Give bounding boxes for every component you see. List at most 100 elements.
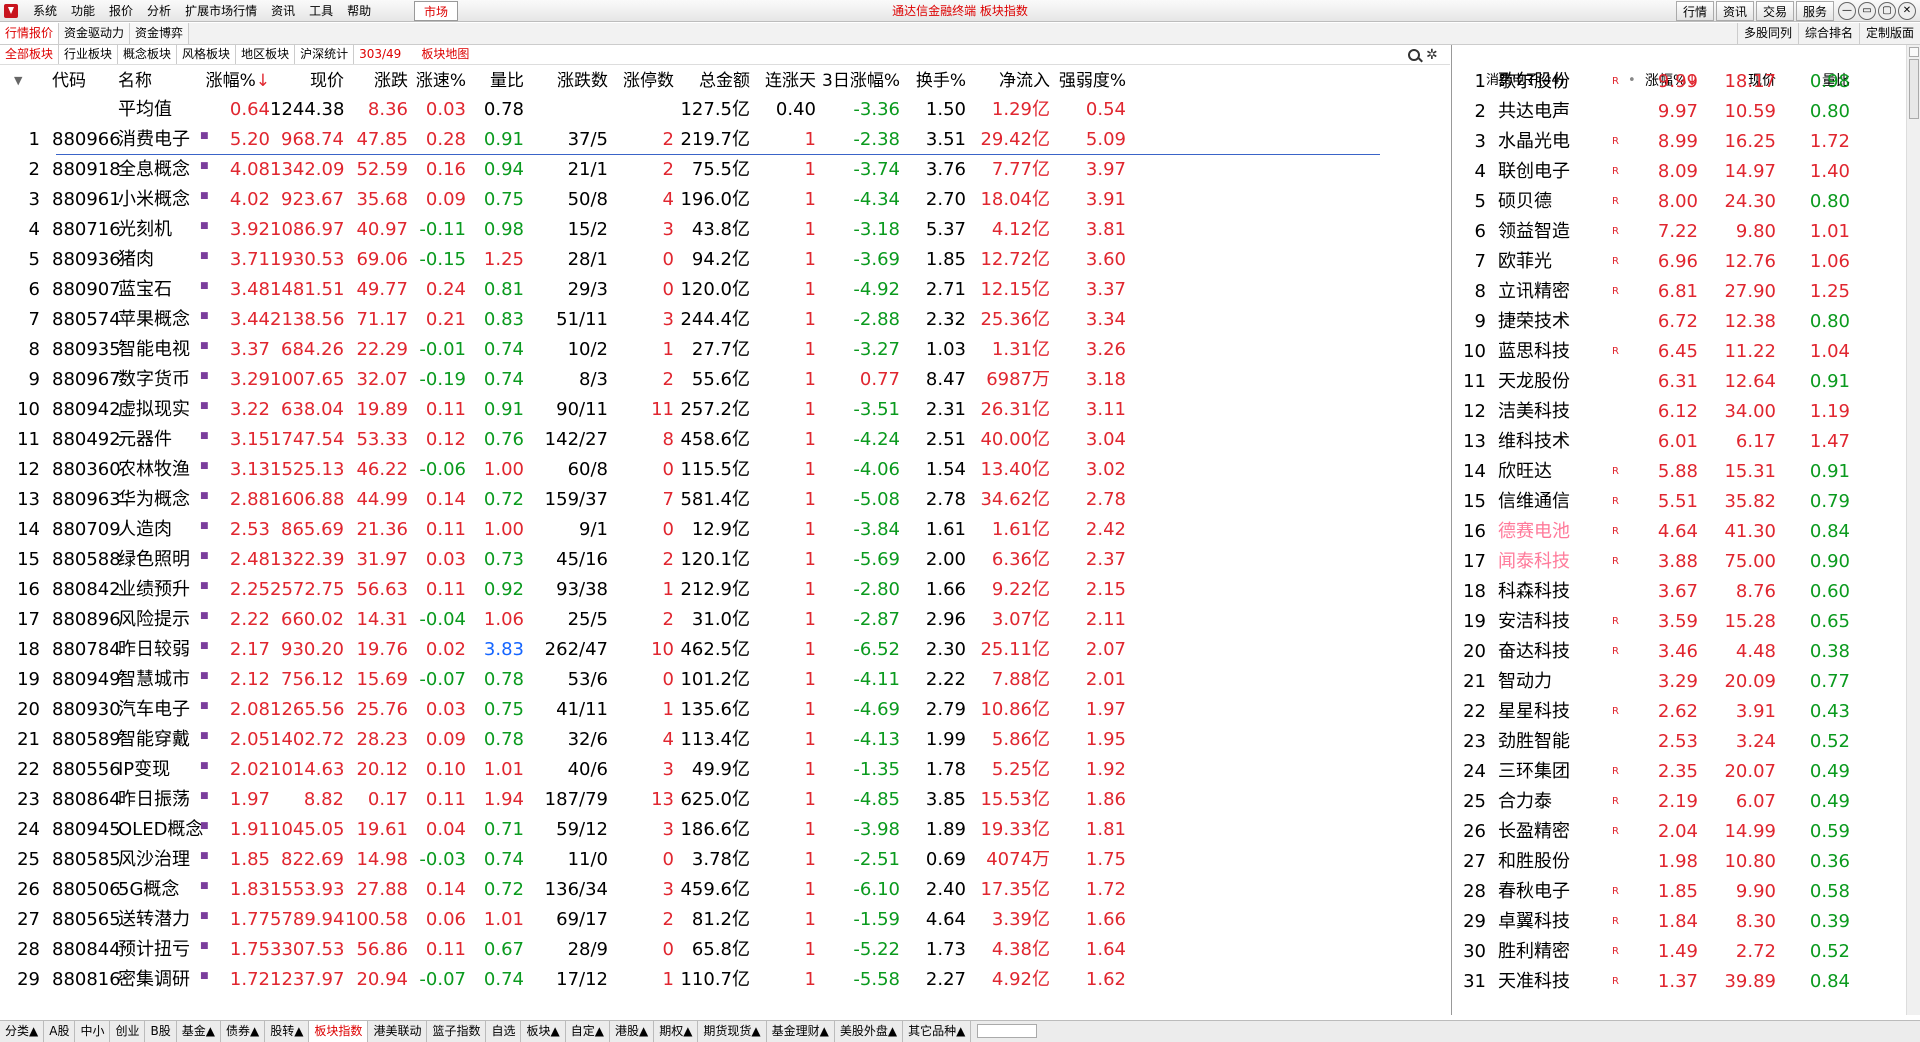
stock-row[interactable]: 1 歌尔股份 R 9.99 18.17 0.98 <box>1452 67 1920 97</box>
table-row[interactable]: 24 880945 OLED概念 1.91 1045.05 19.61 0.04 0.71 59… <box>0 815 1450 845</box>
menu-item[interactable]: 报价 <box>102 0 140 22</box>
tab-top[interactable]: 资金驱动力 <box>59 23 131 44</box>
column-header[interactable]: 涨跌数 <box>524 67 608 95</box>
table-row[interactable]: 9 880967 数字货币 3.29 1007.65 32.07 -0.19 0.74 8/3 2… <box>0 365 1450 395</box>
table-row[interactable]: 4 880716 光刻机 3.92 1086.97 40.97 -0.11 0.98 15/2 3… <box>0 215 1450 245</box>
stock-row[interactable]: 19 安洁科技 R 3.59 15.28 0.65 <box>1452 607 1920 637</box>
stock-row[interactable]: 30 胜利精密 R 1.49 2.72 0.52 <box>1452 937 1920 967</box>
stock-row[interactable]: 29 卓翼科技 R 1.84 8.30 0.39 <box>1452 907 1920 937</box>
column-header[interactable]: 3日涨幅% <box>816 67 900 95</box>
stock-row[interactable]: 14 欣旺达 R 5.88 15.31 0.91 <box>1452 457 1920 487</box>
table-row[interactable]: 2 880918 全息概念 4.08 1342.09 52.59 0.16 0.94 21/1 2… <box>0 155 1450 185</box>
bottom-tab[interactable]: 期权▲ <box>654 1021 699 1042</box>
stock-row[interactable]: 8 立讯精密 R 6.81 27.90 1.25 <box>1452 277 1920 307</box>
bottom-tab[interactable]: 债券▲ <box>221 1021 266 1042</box>
table-row[interactable]: 12 880360 农林牧渔 3.13 1525.13 46.22 -0.06 1.00 60/… <box>0 455 1450 485</box>
column-header[interactable]: 换手% <box>900 67 966 95</box>
stock-row[interactable]: 23 劲胜智能 2.53 3.24 0.52 <box>1452 727 1920 757</box>
table-row[interactable]: 20 880930 汽车电子 2.08 1265.56 25.76 0.03 0.75 41/1… <box>0 695 1450 725</box>
menu-item[interactable]: 系统 <box>26 0 64 22</box>
column-header[interactable]: 净流入 <box>966 67 1050 95</box>
table-row[interactable]: 6 880907 蓝宝石 3.48 1481.51 49.77 0.24 0.81 29/3 0 1… <box>0 275 1450 305</box>
column-header[interactable]: 现价 <box>270 67 344 95</box>
bottom-tab[interactable]: 篮子指数 <box>427 1021 487 1042</box>
bottom-tab[interactable]: B股 <box>145 1021 177 1042</box>
sort-triangle-icon[interactable]: ▼ <box>14 67 22 95</box>
bottom-tab[interactable]: 股转▲ <box>265 1021 310 1042</box>
scroll-thumb[interactable] <box>1909 59 1919 119</box>
column-header[interactable]: 涨停数 <box>608 67 674 95</box>
table-row[interactable]: 18 880784 昨日较弱 2.17 930.20 19.76 0.02 3.83 262/4… <box>0 635 1450 665</box>
stock-row[interactable]: 22 星星科技 R 2.62 3.91 0.43 <box>1452 697 1920 727</box>
column-header[interactable]: 涨幅%↓ <box>200 67 270 95</box>
market-button[interactable]: 市场 <box>414 1 459 21</box>
table-row[interactable]: 26 880506 5G概念 1.83 1553.93 27.88 0.14 0.72 136/… <box>0 875 1450 905</box>
column-header[interactable]: 涨跌 <box>344 67 408 95</box>
bottom-tab[interactable]: 期货现货▲ <box>698 1021 767 1042</box>
maximize-icon[interactable]: ▢ <box>1878 2 1896 20</box>
bottom-tab[interactable]: 板块指数 <box>309 1021 369 1042</box>
bottom-tab[interactable]: 基金▲ <box>177 1021 221 1042</box>
tab-top-right[interactable]: 多股同列 <box>1736 23 1798 44</box>
stock-row[interactable]: 3 水晶光电 R 8.99 16.25 1.72 <box>1452 127 1920 157</box>
column-header[interactable]: 连涨天 <box>750 67 816 95</box>
stock-row[interactable]: 18 科森科技 3.67 8.76 0.60 <box>1452 577 1920 607</box>
table-row[interactable]: 21 880589 智能穿戴 2.05 1402.72 28.23 0.09 0.78 32/6… <box>0 725 1450 755</box>
stock-row[interactable]: 12 洁美科技 6.12 34.00 1.19 <box>1452 397 1920 427</box>
table-row[interactable]: 19 880949 智慧城市 2.12 756.12 15.69 -0.07 0.78 53/6… <box>0 665 1450 695</box>
stock-row[interactable]: 21 智动力 3.29 20.09 0.77 <box>1452 667 1920 697</box>
bottom-tab[interactable]: 创业 <box>110 1021 146 1042</box>
bottom-tab[interactable]: 中小 <box>75 1021 111 1042</box>
menu-item[interactable]: 功能 <box>64 0 102 22</box>
table-row[interactable]: 3 880961 小米概念 4.02 923.67 35.68 0.09 0.75 50/8 4 1… <box>0 185 1450 215</box>
menu-item[interactable]: 分析 <box>140 0 178 22</box>
table-row[interactable]: 23 880864 昨日振荡 1.97 8.82 0.17 0.11 1.94 187/79 13… <box>0 785 1450 815</box>
top-right-button[interactable]: 交易 <box>1755 1 1794 21</box>
sector-map-link[interactable]: 板块地图 <box>416 45 474 64</box>
table-row[interactable]: 22 880556 IP变现 2.02 1014.63 20.12 0.10 1.01 40/6… <box>0 755 1450 785</box>
bottom-tab[interactable]: 自选 <box>486 1021 522 1042</box>
stock-row[interactable]: 27 和胜股份 1.98 10.80 0.36 <box>1452 847 1920 877</box>
bottom-tab[interactable]: 分类▲ <box>0 1021 45 1042</box>
table-row[interactable]: 10 880942 虚拟现实 3.22 638.04 19.89 0.11 0.91 90/11… <box>0 395 1450 425</box>
stock-row[interactable]: 13 维科技术 6.01 6.17 1.47 <box>1452 427 1920 457</box>
top-right-button[interactable]: 行情 <box>1675 1 1714 21</box>
table-row[interactable]: 13 880963 华为概念 2.88 1606.88 44.99 0.14 0.72 159/… <box>0 485 1450 515</box>
bottom-tab[interactable]: 基金理财▲ <box>767 1021 835 1042</box>
horizontal-scrollbar[interactable] <box>977 1024 1038 1038</box>
bottom-tab[interactable]: 板块▲ <box>521 1021 566 1042</box>
stock-row[interactable]: 5 硕贝德 R 8.00 24.30 0.80 <box>1452 187 1920 217</box>
gear-icon[interactable]: ✲ <box>1426 48 1438 62</box>
stock-row[interactable]: 26 长盈精密 R 2.04 14.99 0.59 <box>1452 817 1920 847</box>
table-row[interactable]: 14 880709 人造肉 2.53 865.69 21.36 0.11 1.00 9/1 0 12… <box>0 515 1450 545</box>
sector-tab[interactable]: 沪深统计 <box>295 45 355 64</box>
column-header[interactable]: 涨速% <box>408 67 466 95</box>
bottom-tab[interactable]: 港股▲ <box>610 1021 655 1042</box>
table-row[interactable]: 16 880842 业绩预升 2.25 2572.75 56.63 0.11 0.92 93/3… <box>0 575 1450 605</box>
bottom-tab[interactable]: 美股外盘▲ <box>835 1021 904 1042</box>
scroll-up-arrow[interactable] <box>1909 47 1919 57</box>
stock-row[interactable]: 25 合力泰 R 2.19 6.07 0.49 <box>1452 787 1920 817</box>
menu-item[interactable]: 资讯 <box>264 0 302 22</box>
menu-item[interactable]: 扩展市场行情 <box>178 0 264 22</box>
bottom-tab[interactable]: A股 <box>44 1021 76 1042</box>
stock-row[interactable]: 15 信维通信 R 5.51 35.82 0.79 <box>1452 487 1920 517</box>
sector-tab[interactable]: 行业板块 <box>59 45 119 64</box>
stock-row[interactable]: 11 天龙股份 6.31 12.64 0.91 <box>1452 367 1920 397</box>
tab-top-right[interactable]: 定制版面 <box>1858 23 1920 44</box>
stock-row[interactable]: 4 联创电子 R 8.09 14.97 1.40 <box>1452 157 1920 187</box>
column-header[interactable]: 名称 <box>118 67 208 95</box>
table-row[interactable]: 7 880574 苹果概念 3.44 2138.56 71.17 0.21 0.83 51/11… <box>0 305 1450 335</box>
table-row[interactable]: 11 880492 元器件 3.15 1747.54 53.33 0.12 0.76 142/2… <box>0 425 1450 455</box>
stock-row[interactable]: 7 欧菲光 R 6.96 12.76 1.06 <box>1452 247 1920 277</box>
bottom-tab[interactable]: 自定▲ <box>566 1021 610 1042</box>
table-row[interactable]: 8 880935 智能电视 3.37 684.26 22.29 -0.01 0.74 10/2 1… <box>0 335 1450 365</box>
table-row[interactable]: 15 880588 绿色照明 2.48 1322.39 31.97 0.03 0.73 45/1… <box>0 545 1450 575</box>
stock-row[interactable]: 31 天准科技 R 1.37 39.89 0.84 <box>1452 967 1920 997</box>
table-row[interactable]: 25 880585 风沙治理 1.85 822.69 14.98 -0.03 0.74 11/0… <box>0 845 1450 875</box>
tab-top[interactable]: 行情报价 <box>0 23 60 44</box>
column-header[interactable]: 强弱度% <box>1050 67 1126 95</box>
sector-tab[interactable]: 地区板块 <box>236 45 296 64</box>
table-row[interactable]: 28 880844 预计扭亏 1.75 3307.53 56.86 0.11 0.67 28/9… <box>0 935 1450 965</box>
table-row[interactable]: 17 880896 风险提示 2.22 660.02 14.31 -0.04 1.06 25/5… <box>0 605 1450 635</box>
